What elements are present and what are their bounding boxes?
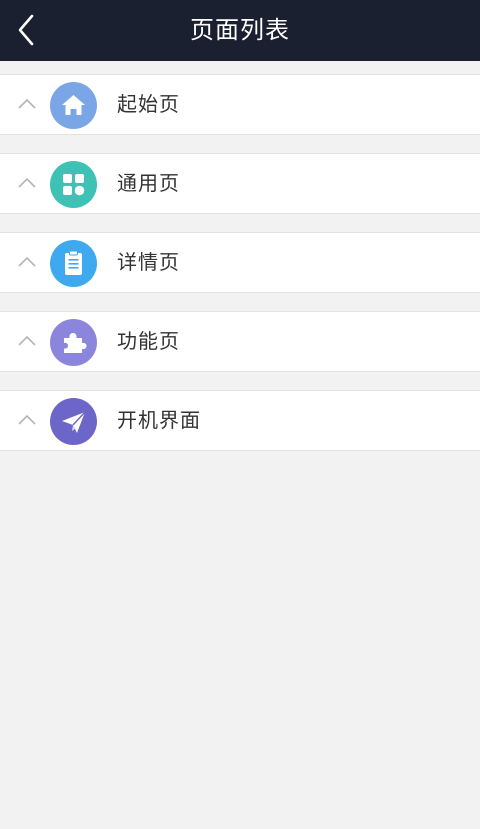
list-item-label: 开机界面	[117, 408, 201, 432]
list-item-common-page[interactable]: 通用页	[0, 153, 480, 214]
list-item-splash-screen[interactable]: 开机界面	[0, 390, 480, 451]
chevron-up-icon	[17, 254, 37, 268]
list-item-label: 起始页	[117, 92, 180, 116]
grid-icon	[50, 161, 97, 208]
list-item-label: 功能页	[117, 329, 180, 353]
chevron-up-icon	[17, 175, 37, 189]
list-item-start-page[interactable]: 起始页	[0, 74, 480, 135]
list-item-label: 通用页	[117, 171, 180, 195]
home-icon	[50, 82, 97, 129]
puzzle-icon	[50, 319, 97, 366]
chevron-up-icon	[17, 96, 37, 110]
list-item-label: 详情页	[117, 250, 180, 274]
page-title: 页面列表	[190, 16, 290, 44]
list-item-feature-page[interactable]: 功能页	[0, 311, 480, 372]
app-screen: 页面列表 起始页 通用页 详情页 功能页 开机界面	[0, 0, 480, 829]
navigation-bar: 页面列表	[0, 0, 480, 61]
clipboard-icon	[50, 240, 97, 287]
chevron-up-icon	[17, 412, 37, 426]
chevron-up-icon	[17, 333, 37, 347]
paper-plane-icon	[50, 398, 97, 445]
list-item-detail-page[interactable]: 详情页	[0, 232, 480, 293]
